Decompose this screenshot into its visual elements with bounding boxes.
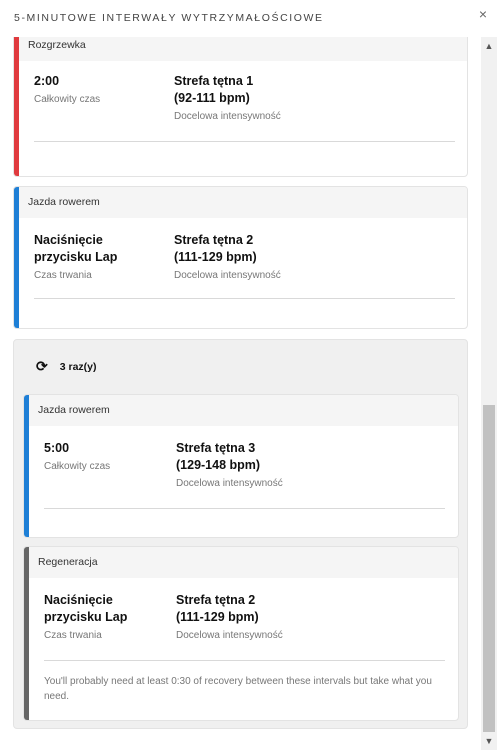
- step-divider: [34, 298, 455, 299]
- step-type-label: Rozgrzewka: [14, 37, 467, 61]
- recovery-note: You'll probably need at least 0:30 of re…: [44, 676, 432, 702]
- step-card-bike: Jazda rowerem Naciśnięcie przycisku Lap …: [13, 186, 468, 329]
- step-card-bike: Jazda rowerem 5:00 Całkowity czas Strefa…: [23, 394, 459, 538]
- workout-steps-list[interactable]: Rozgrzewka 2:00 Całkowity czas Strefa tę…: [0, 37, 481, 750]
- step-type-label: Jazda rowerem: [14, 187, 467, 218]
- duration-value: 2:00: [34, 74, 60, 88]
- dialog-title: 5-MINUTOWE INTERWAŁY WYTRZYMAŁOŚCIOWE: [14, 12, 324, 24]
- target-range: (92-111 bpm): [174, 91, 250, 105]
- target-range: (111-129 bpm): [174, 250, 257, 264]
- step-duration: 5:00 Całkowity czas: [44, 440, 110, 472]
- target-label: Docelowa intensywność: [174, 270, 281, 281]
- duration-label: Czas trwania: [44, 630, 102, 641]
- step-duration: Naciśnięcie przycisku Lap Czas trwania: [44, 592, 127, 641]
- target-zone: Strefa tętna 3: [176, 441, 256, 455]
- step-divider: [34, 141, 455, 142]
- step-divider: [44, 660, 445, 661]
- duration-value-line2: przycisku Lap: [34, 250, 118, 264]
- scrollbar[interactable]: ▲ ▼: [481, 37, 497, 750]
- repeat-icon: ⟳: [36, 358, 48, 374]
- step-target: Strefa tętna 1 (92-111 bpm) Docelowa int…: [174, 73, 281, 122]
- close-icon[interactable]: ×: [479, 7, 487, 21]
- duration-label: Całkowity czas: [34, 94, 101, 105]
- repeat-count: 3 raz(y): [59, 360, 97, 373]
- target-label: Docelowa intensywność: [176, 630, 283, 641]
- target-zone: Strefa tętna 2: [174, 233, 254, 247]
- target-zone: Strefa tętna 2: [176, 593, 256, 607]
- repeat-header: ⟳ 3 raz(y): [36, 358, 97, 375]
- step-accent-warmup: [14, 37, 19, 176]
- target-label: Docelowa intensywność: [174, 111, 281, 122]
- step-card-warmup: Rozgrzewka 2:00 Całkowity czas Strefa tę…: [13, 37, 468, 177]
- duration-label: Czas trwania: [34, 270, 92, 281]
- step-divider: [44, 508, 445, 509]
- target-range: (111-129 bpm): [176, 610, 259, 624]
- duration-label: Całkowity czas: [44, 461, 111, 472]
- step-type-label: Regeneracja: [24, 547, 458, 578]
- duration-value-line2: przycisku Lap: [44, 610, 128, 624]
- step-card-recovery: Regeneracja Naciśnięcie przycisku Lap Cz…: [23, 546, 459, 721]
- step-target: Strefa tętna 2 (111-129 bpm) Docelowa in…: [174, 232, 281, 281]
- target-label: Docelowa intensywność: [176, 478, 283, 489]
- repeat-group: ⟳ 3 raz(y) Jazda rowerem 5:00 Całkowity …: [13, 339, 468, 729]
- target-zone: Strefa tętna 1: [174, 74, 254, 88]
- step-accent-bike: [14, 187, 19, 328]
- scrollbar-thumb[interactable]: [483, 405, 495, 732]
- step-accent-recovery: [24, 547, 29, 720]
- step-target: Strefa tętna 3 (129-148 bpm) Docelowa in…: [176, 440, 283, 489]
- step-accent-bike: [24, 395, 29, 537]
- step-duration: 2:00 Całkowity czas: [34, 73, 100, 105]
- step-target: Strefa tętna 2 (111-129 bpm) Docelowa in…: [176, 592, 283, 641]
- step-duration: Naciśnięcie przycisku Lap Czas trwania: [34, 232, 117, 281]
- target-range: (129-148 bpm): [176, 458, 261, 472]
- step-type-label: Jazda rowerem: [24, 395, 458, 426]
- duration-value: 5:00: [44, 441, 70, 455]
- scroll-down-icon[interactable]: ▼: [481, 734, 497, 748]
- duration-value-line1: Naciśnięcie: [34, 233, 103, 247]
- duration-value-line1: Naciśnięcie: [44, 593, 113, 607]
- scroll-up-icon[interactable]: ▲: [481, 39, 497, 53]
